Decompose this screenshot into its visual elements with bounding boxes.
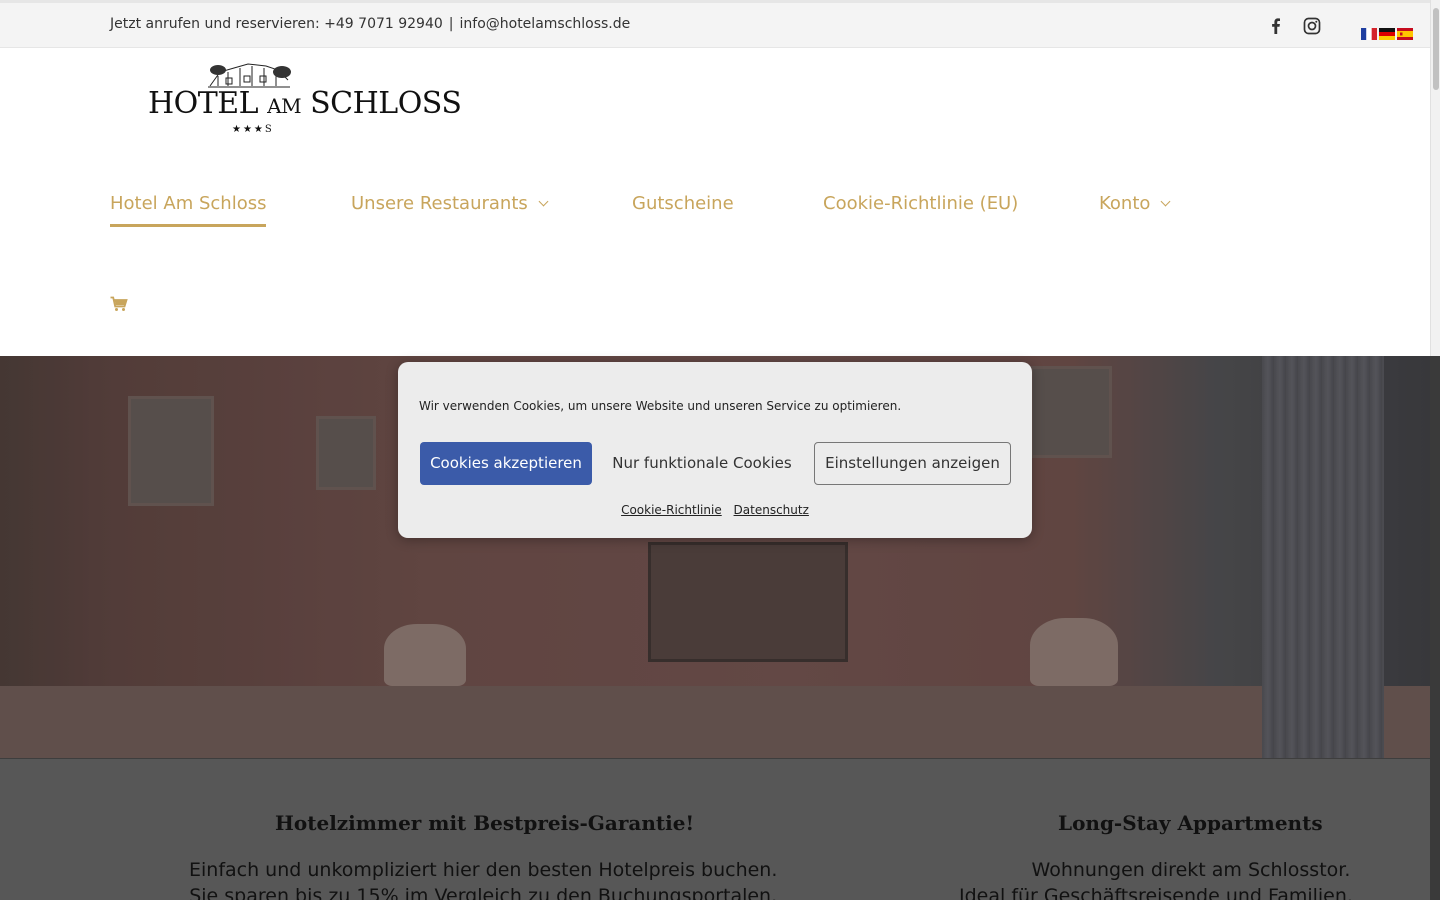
logo-text: HOTEL AM SCHLOSS [148, 86, 462, 121]
offer-text-rooms: Einfach und unkompliziert hier den beste… [189, 857, 777, 900]
phone-text[interactable]: Jetzt anrufen und reservieren: +49 7071 … [110, 16, 443, 32]
nav-label: Gutscheine [632, 193, 734, 214]
privacy-link[interactable]: Datenschutz [734, 503, 809, 517]
flag-fr-icon[interactable] [1361, 25, 1377, 40]
nav-label: Hotel Am Schloss [110, 193, 267, 214]
chevron-down-icon [1160, 196, 1171, 207]
nav-unsere-restaurants[interactable]: Unsere Restaurants [351, 193, 549, 214]
accept-cookies-button[interactable]: Cookies akzeptieren [420, 442, 592, 485]
offer-text-longstay: Wohnungen direkt am Schlosstor. Ideal fü… [959, 857, 1353, 900]
offer-text-line: Einfach und unkompliziert hier den beste… [189, 859, 778, 881]
hotel-logo[interactable]: HOTEL AM SCHLOSS ★★★S [148, 56, 462, 140]
nav-label: Cookie-Richtlinie (EU) [823, 193, 1019, 214]
cookie-policy-link[interactable]: Cookie-Richtlinie [621, 503, 722, 517]
logo-text-hotel: HOTEL [148, 86, 259, 121]
contact-info: Jetzt anrufen und reservieren: +49 7071 … [110, 16, 630, 32]
site-header: HOTEL AM SCHLOSS ★★★S Hotel Am Schloss U… [0, 48, 1430, 356]
logo-stars: ★★★S [232, 124, 274, 135]
email-link[interactable]: info@hotelamschloss.de [460, 16, 631, 32]
nav-konto[interactable]: Konto [1099, 193, 1171, 214]
scrollbar-track-shaded [1430, 356, 1440, 900]
nav-label: Konto [1099, 193, 1151, 214]
nav-gutscheine[interactable]: Gutscheine [632, 193, 734, 214]
facebook-icon[interactable] [1267, 17, 1285, 35]
nav-cookie-richtlinie[interactable]: Cookie-Richtlinie (EU) [823, 193, 1018, 214]
cookie-banner: Wir verwenden Cookies, um unsere Website… [398, 362, 1032, 538]
contact-separator: | [448, 16, 454, 32]
instagram-icon[interactable] [1303, 17, 1321, 35]
flag-de-icon[interactable] [1379, 25, 1395, 40]
nav-hotel-am-schloss[interactable]: Hotel Am Schloss [110, 193, 267, 227]
logo-text-am: AM [267, 94, 302, 118]
scrollbar-thumb[interactable] [1433, 8, 1439, 90]
cookie-message: Wir verwenden Cookies, um unsere Website… [419, 399, 902, 413]
cookie-links: Cookie-Richtlinie Datenschutz [398, 503, 1032, 517]
offer-heading-rooms: Hotelzimmer mit Bestpreis-Garantie! [275, 811, 695, 835]
logo-text-schloss: SCHLOSS [310, 86, 462, 121]
offers-section: Hotelzimmer mit Bestpreis-Garantie! Einf… [0, 758, 1430, 900]
cart-icon[interactable] [110, 296, 128, 314]
offer-text-line: Wohnungen direkt am Schlosstor. [1031, 859, 1351, 881]
flag-es-icon[interactable] [1397, 25, 1413, 40]
offer-text-line: Sie sparen bis zu 15% im Vergleich zu de… [189, 885, 778, 900]
page: Jetzt anrufen und reservieren: +49 7071 … [0, 0, 1440, 900]
functional-cookies-button[interactable]: Nur funktionale Cookies [604, 442, 800, 485]
chevron-down-icon [538, 196, 549, 207]
offer-text-line: Ideal für Geschäftsreisende und Familien… [959, 885, 1353, 900]
cookie-settings-button[interactable]: Einstellungen anzeigen [814, 442, 1011, 485]
nav-label: Unsere Restaurants [351, 193, 528, 214]
offer-heading-longstay: Long-Stay Appartments [1058, 811, 1323, 835]
top-bar: Jetzt anrufen und reservieren: +49 7071 … [0, 0, 1430, 48]
